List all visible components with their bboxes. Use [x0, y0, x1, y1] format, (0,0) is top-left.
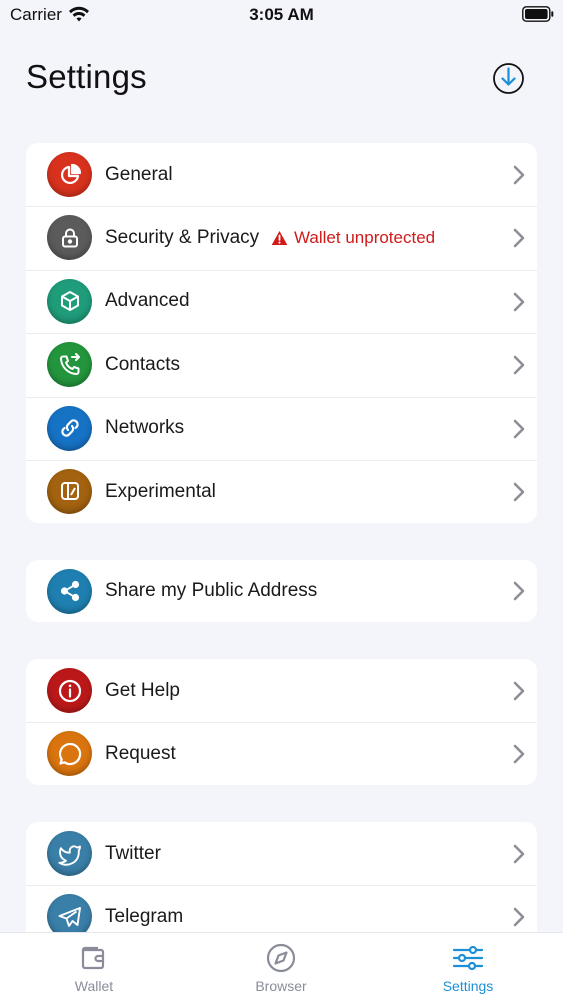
settings-row-label: Request [105, 743, 176, 765]
settings-row-label: Advanced [105, 290, 190, 312]
chevron-right-icon [513, 229, 525, 248]
settings-row-security[interactable]: Security & Privacy Wallet unprotected [26, 206, 537, 269]
tab-label: Settings [442, 978, 494, 994]
tab-bar: Wallet Browser Settings [0, 932, 563, 1000]
chevron-right-icon [513, 292, 525, 312]
settings-row-networks[interactable]: Networks [26, 396, 537, 460]
settings-group-support: Get Help Request [26, 659, 537, 785]
tab-settings[interactable]: Settings [408, 941, 528, 994]
cube-icon [47, 278, 92, 324]
status-bar: Carrier 3:05 AM [0, 0, 563, 30]
chevron-right-icon [513, 844, 525, 864]
clock: 3:05 AM [249, 5, 314, 24]
settings-row-label: Twitter [105, 842, 161, 864]
phone-icon [47, 342, 92, 388]
settings-row-general[interactable]: General [26, 143, 537, 206]
settings-row-advanced[interactable]: Advanced [26, 269, 537, 333]
warning-text: Wallet unprotected [294, 228, 436, 248]
chevron-right-icon [513, 681, 525, 701]
pie-chart-icon [47, 152, 92, 197]
sliders-icon [452, 945, 484, 971]
chevron-right-icon [513, 165, 525, 185]
settings-row-label: Contacts [105, 353, 180, 375]
settings-row-share-address[interactable]: Share my Public Address [26, 560, 537, 622]
settings-row-label: Networks [105, 417, 185, 439]
settings-group-main: General Security & Privacy Wallet unprot… [26, 143, 537, 523]
download-icon[interactable] [492, 62, 525, 95]
tab-label: Wallet [74, 978, 114, 994]
settings-row-label: General [105, 163, 173, 185]
settings-group-share: Share my Public Address [26, 560, 537, 622]
battery-icon [522, 6, 554, 22]
chevron-right-icon [513, 908, 525, 927]
chevron-right-icon [513, 581, 525, 601]
tab-browser[interactable]: Browser [221, 941, 341, 994]
twitter-icon [47, 831, 92, 876]
chat-bubble-icon [47, 731, 92, 777]
flask-icon [47, 468, 92, 514]
wallet-warning: Wallet unprotected [271, 228, 435, 248]
chevron-right-icon [513, 355, 525, 375]
settings-row-experimental[interactable]: Experimental [26, 459, 537, 523]
tab-label: Browser [255, 978, 307, 994]
settings-row-contacts[interactable]: Contacts [26, 333, 537, 396]
settings-row-label: Get Help [105, 679, 180, 701]
settings-row-request[interactable]: Request [26, 722, 537, 785]
settings-row-label: Share my Public Address [105, 580, 318, 601]
wallet-icon [81, 946, 105, 970]
tab-wallet[interactable]: Wallet [34, 941, 154, 994]
chevron-right-icon [513, 745, 525, 764]
settings-row-label: Telegram [105, 906, 184, 928]
share-icon [47, 568, 92, 614]
lock-icon [47, 215, 92, 261]
link-icon [47, 405, 92, 451]
settings-row-twitter[interactable]: Twitter [26, 822, 537, 885]
chevron-right-icon [513, 419, 525, 438]
settings-row-label: Experimental [105, 480, 216, 502]
info-icon [47, 668, 92, 713]
page-title: Settings [26, 58, 147, 95]
chevron-right-icon [513, 482, 525, 502]
compass-icon [266, 943, 296, 973]
settings-row-get-help[interactable]: Get Help [26, 659, 537, 722]
warning-triangle-icon [271, 231, 288, 246]
settings-row-label: Security & Privacy [105, 227, 260, 249]
